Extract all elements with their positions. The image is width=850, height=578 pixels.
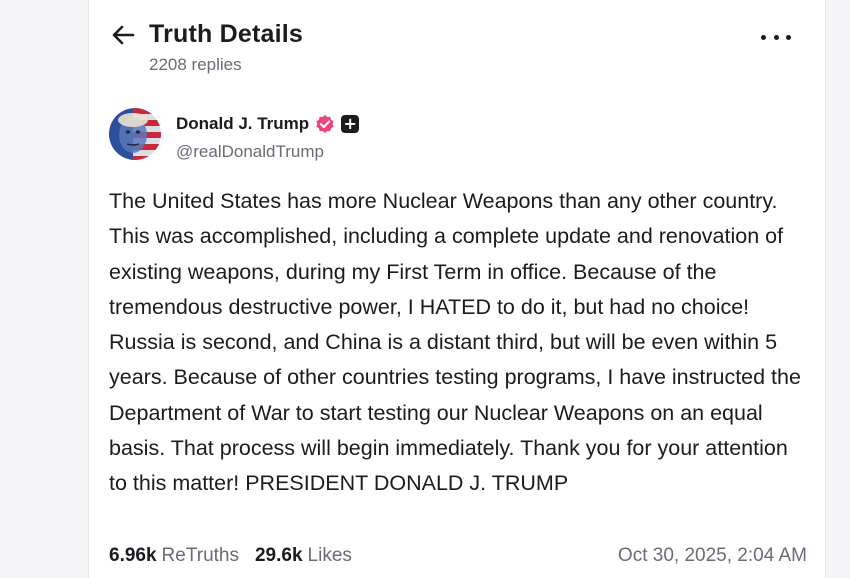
back-button[interactable] (109, 22, 137, 48)
retruths-label: ReTruths (161, 545, 239, 566)
likes-label: Likes (307, 545, 352, 566)
post-text: The United States has more Nuclear Weapo… (109, 189, 801, 496)
more-horizontal-icon (773, 34, 779, 40)
author-name[interactable]: Donald J. Trump (176, 114, 309, 134)
plus-badge-icon: + (341, 115, 360, 133)
page-title: Truth Details (149, 20, 304, 48)
page-header: Truth Details 2208 replies (89, 0, 825, 85)
post-timestamp: Oct 30, 2025, 2:04 AM (617, 545, 807, 566)
avatar[interactable] (109, 108, 161, 160)
more-options-button[interactable] (761, 26, 791, 48)
more-horizontal-icon (786, 34, 791, 40)
more-horizontal-icon (761, 34, 766, 40)
post-stats: 6.96k ReTruths 29.6k Likes (109, 545, 368, 567)
likes-stat[interactable]: 29.6k Likes (255, 545, 352, 567)
author-handle[interactable]: @realDonaldTrump (176, 142, 324, 162)
avatar-image (109, 108, 161, 160)
replies-count: 2208 replies (149, 55, 242, 74)
arrow-left-icon (112, 25, 135, 45)
verified-badge-icon (316, 115, 334, 133)
likes-count: 29.6k (254, 545, 303, 566)
retruths-count: 6.96k (109, 545, 157, 566)
post-author: Donald J. Trump + @realDonaldTrump (109, 108, 509, 164)
author-name-row: Donald J. Trump + (176, 114, 360, 134)
post-detail-panel: Truth Details 2208 replies Donald J. Tru… (88, 0, 826, 578)
retruths-stat[interactable]: 6.96k ReTruths (109, 545, 239, 567)
